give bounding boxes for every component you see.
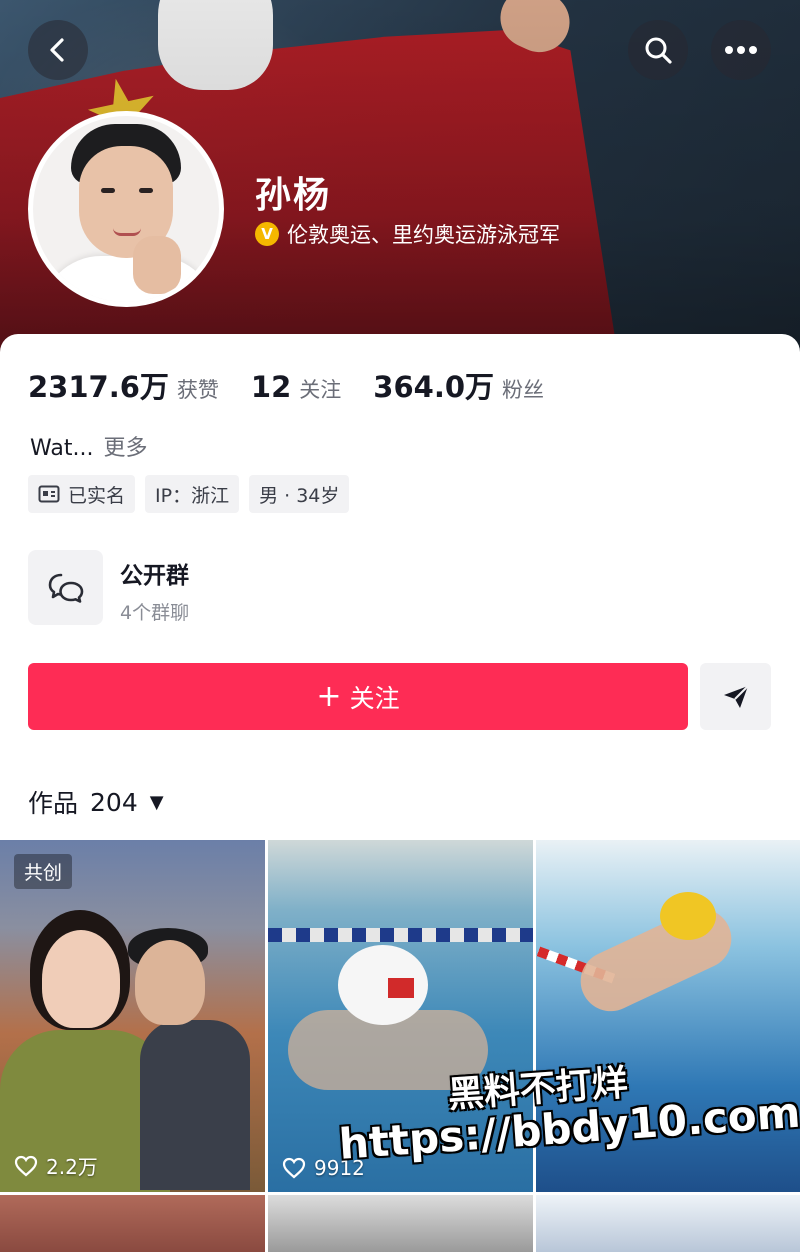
heart-icon	[282, 1157, 306, 1179]
like-count: 2.2万	[14, 1151, 98, 1180]
search-icon	[645, 37, 672, 64]
share-button[interactable]	[700, 663, 771, 730]
caret-down-icon: ▼	[149, 791, 164, 813]
stat-following[interactable]: 12 关注	[251, 370, 341, 404]
search-button[interactable]	[628, 20, 688, 80]
co-creation-badge: 共创	[14, 854, 73, 889]
stats-row: 2317.6万 获赞 12 关注 364.0万 粉丝	[28, 364, 576, 406]
tag-verified-identity: 已实名	[28, 475, 136, 513]
works-tab[interactable]: 作品 204 ▼	[28, 784, 164, 820]
group-chat-icon	[48, 573, 83, 603]
bio-text: Wat...	[30, 436, 94, 461]
verified-icon: V	[255, 222, 279, 246]
profile-card: 2317.6万 获赞 12 关注 364.0万 粉丝 Wat... 更多 已实名 …	[0, 334, 800, 844]
profile-tags: 已实名 IP：浙江 男 · 34岁	[28, 475, 359, 513]
verification-row: V 伦敦奥运、里约奥运游泳冠军	[255, 219, 560, 249]
more-icon	[725, 46, 757, 54]
follow-button[interactable]: + 关注	[28, 663, 688, 730]
verified-text: 伦敦奥运、里约奥运游泳冠军	[287, 223, 560, 247]
video-grid: 共创 2.2万 9912	[0, 840, 800, 1252]
bio: Wat... 更多	[30, 430, 147, 462]
works-label: 作品	[28, 789, 79, 818]
follow-label: 关注	[349, 683, 400, 713]
plus-icon: +	[316, 679, 342, 714]
video-tile[interactable]	[536, 1195, 800, 1252]
profile-name: 孙杨	[255, 175, 332, 216]
video-tile[interactable]: 共创 2.2万	[0, 840, 265, 1192]
share-icon	[723, 684, 749, 708]
id-card-icon	[38, 485, 60, 503]
group-subtitle: 4个群聊	[120, 602, 190, 624]
stat-likes[interactable]: 2317.6万 获赞	[28, 364, 219, 406]
stat-followers[interactable]: 364.0万 粉丝	[373, 364, 544, 406]
video-tile[interactable]	[0, 1195, 265, 1252]
group-chat-button[interactable]	[28, 550, 103, 625]
heart-icon	[14, 1155, 38, 1176]
back-chevron-icon	[50, 38, 64, 62]
bio-more-link[interactable]: 更多	[103, 436, 147, 461]
works-count: 204	[90, 787, 138, 817]
video-tile[interactable]	[268, 1195, 533, 1252]
more-button[interactable]	[711, 20, 771, 80]
avatar[interactable]	[28, 111, 224, 307]
tag-ip-location: IP：浙江	[145, 475, 240, 513]
tag-gender-age: 男 · 34岁	[249, 475, 350, 513]
back-button[interactable]	[28, 20, 88, 80]
group-title[interactable]: 公开群	[120, 556, 189, 590]
